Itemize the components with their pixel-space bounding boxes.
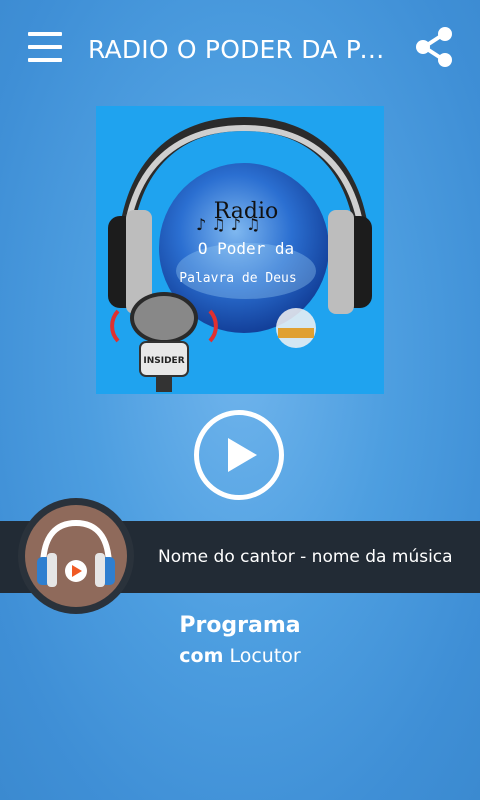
host-name: Locutor (229, 645, 301, 667)
program-title: Programa (179, 613, 301, 638)
play-icon (228, 438, 257, 472)
headphones-icon (37, 519, 115, 587)
mic-label: INSIDER (143, 356, 184, 366)
host-prefix: com (179, 645, 224, 667)
program-host: com Locutor (0, 645, 480, 667)
app-title: RADIO O PODER DA PALAVRA DE DEUS (88, 35, 398, 64)
menu-icon-bar (28, 32, 62, 36)
now-playing-track: Nome do cantor - nome da música (158, 547, 453, 567)
share-icon (416, 27, 452, 67)
menu-icon-bar (28, 45, 62, 49)
menu-icon-bar (28, 58, 62, 62)
station-logo: Radio O Poder da Palavra de Deus ♪ ♫ ♪ ♫… (108, 116, 372, 392)
logo-text-line2: O Poder da (198, 239, 294, 258)
station-cover-image: Radio O Poder da Palavra de Deus ♪ ♫ ♪ ♫… (96, 106, 384, 394)
share-button[interactable] (414, 26, 456, 68)
menu-button[interactable] (28, 32, 62, 64)
music-notes-icon: ♪ ♫ ♪ ♫ (196, 215, 260, 234)
play-button[interactable] (194, 410, 284, 500)
app-header: RADIO O PODER DA PALAVRA DE DEUS (0, 0, 480, 100)
logo-text-line3: Palavra de Deus (179, 271, 296, 286)
album-art (25, 505, 127, 607)
